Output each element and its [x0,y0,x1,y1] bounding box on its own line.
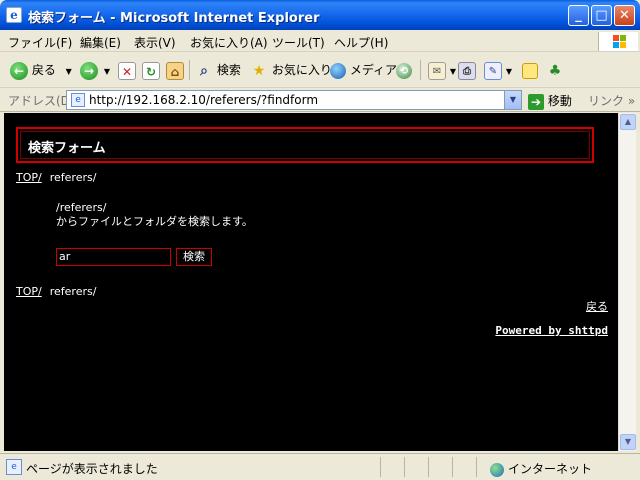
close-button[interactable]: ✕ [614,5,635,26]
description-path: /referers/ [56,201,107,214]
menu-view[interactable]: 表示(V) [134,34,176,51]
minimize-button[interactable]: _ [568,5,589,26]
home-icon: ⌂ [166,61,184,80]
breadcrumb: TOP/referers/ [16,171,96,184]
address-url[interactable]: http://192.168.2.10/referers/?findform [89,93,318,107]
maximize-button[interactable]: □ [591,5,612,26]
go-button[interactable]: ➔ 移動 [528,92,572,110]
refresh-button[interactable]: ↻ [142,60,160,80]
links-label: リンク [588,94,625,108]
chevron-right-icon: » [627,94,636,108]
home-button[interactable]: ⌂ [166,60,184,80]
mail-button[interactable]: ✉ ▼ [428,60,456,80]
go-label: 移動 [547,94,572,108]
menu-edit[interactable]: 編集(E) [80,34,121,51]
title-bar: e 検索フォーム - Microsoft Internet Explorer _… [0,0,640,30]
scroll-down-icon[interactable]: ▼ [620,434,636,450]
menu-bar: ファイル(F) 編集(E) 表示(V) お気に入り(A) ツール(T) ヘルプ(… [0,30,640,52]
ie-icon: e [6,7,22,23]
toolbar: ← 戻る ▼ → ▼ ✕ ↻ ⌂ ⌕ 検索 ★ お気に入り メディア ⟲ ✉ ▼… [0,52,640,88]
search-input[interactable]: ar [56,248,171,266]
globe-icon [490,462,504,477]
window-title: 検索フォーム - Microsoft Internet Explorer [28,11,320,26]
stop-icon: ✕ [118,61,136,80]
security-zone: インターネット [490,460,592,477]
heading-box: 検索フォーム [16,127,594,163]
breadcrumb-path: referers/ [49,171,97,184]
status-text: ページが表示されました [26,462,158,476]
favorites-button[interactable]: ★ お気に入り [250,60,332,80]
forward-button[interactable]: → ▼ [80,60,110,80]
search-submit-button[interactable]: 検索 [176,248,212,266]
messenger-button[interactable]: ♣ [546,60,564,80]
stop-button[interactable]: ✕ [118,60,136,80]
menu-file[interactable]: ファイル(F) [8,34,72,51]
history-icon: ⟲ [396,62,412,79]
star-icon: ★ [252,62,266,79]
history-button[interactable]: ⟲ [396,60,412,80]
top-link[interactable]: TOP/ [16,171,42,184]
mail-icon: ✉ [428,61,446,80]
links-button[interactable]: リンク » [588,92,635,109]
messenger-icon: ♣ [548,62,562,79]
menu-favorites[interactable]: お気に入り(A) [190,34,268,51]
address-bar: アドレス(D) e http://192.168.2.10/referers/?… [0,88,640,112]
media-button[interactable]: メディア [330,60,397,80]
vertical-scrollbar[interactable]: ▲ ▼ [618,113,636,451]
address-label: アドレス(D) [8,94,75,108]
address-input[interactable]: e http://192.168.2.10/referers/?findform… [66,90,522,110]
edit-button[interactable]: ✎ ▼ [484,60,512,80]
media-label: メディア [349,63,397,77]
windows-logo-icon [598,32,638,51]
top-link-bottom[interactable]: TOP/ [16,285,42,298]
scroll-up-icon[interactable]: ▲ [620,114,636,130]
print-button[interactable]: ⎙ [458,60,476,80]
back-arrow-icon: ← [10,61,28,80]
address-dropdown-icon[interactable]: ▼ [504,91,521,109]
status-bar: e ページが表示されました インターネット [0,453,640,480]
mail-dropdown-icon[interactable]: ▼ [450,67,456,76]
page-content: 検索フォーム TOP/referers/ /referers/ からファイルとフ… [4,113,618,451]
discuss-icon [522,62,538,79]
refresh-icon: ↻ [142,61,160,80]
edit-icon: ✎ [484,61,502,80]
search-description: /referers/ からファイルとフォルダを検索します。 [56,201,253,229]
page-icon: e [71,93,85,107]
menu-help[interactable]: ヘルプ(H) [334,34,388,51]
search-label: 検索 [216,63,241,77]
back-button[interactable]: ← 戻る ▼ [10,60,72,80]
description-text: からファイルとフォルダを検索します。 [56,215,253,228]
edit-dropdown-icon[interactable]: ▼ [506,67,512,76]
back-link[interactable]: 戻る [586,298,608,314]
zone-label: インターネット [508,462,593,476]
go-arrow-icon: ➔ [528,93,544,110]
powered-by-link[interactable]: Powered by shttpd [495,324,608,337]
menu-tools[interactable]: ツール(T) [272,34,325,51]
print-icon: ⎙ [458,61,476,80]
media-icon [330,62,346,79]
search-button[interactable]: ⌕ 検索 [195,60,241,80]
forward-dropdown-icon[interactable]: ▼ [104,67,110,76]
back-dropdown-icon[interactable]: ▼ [66,67,72,76]
page-heading: 検索フォーム [28,141,106,156]
favorites-label: お気に入り [271,63,332,77]
back-label: 戻る [31,63,56,77]
forward-arrow-icon: → [80,61,98,80]
breadcrumb-bottom: TOP/referers/ [16,285,96,298]
discuss-button[interactable] [522,60,538,80]
page-done-icon: e [6,459,22,475]
breadcrumb-path-bottom: referers/ [49,285,97,298]
magnifier-icon: ⌕ [200,62,208,79]
